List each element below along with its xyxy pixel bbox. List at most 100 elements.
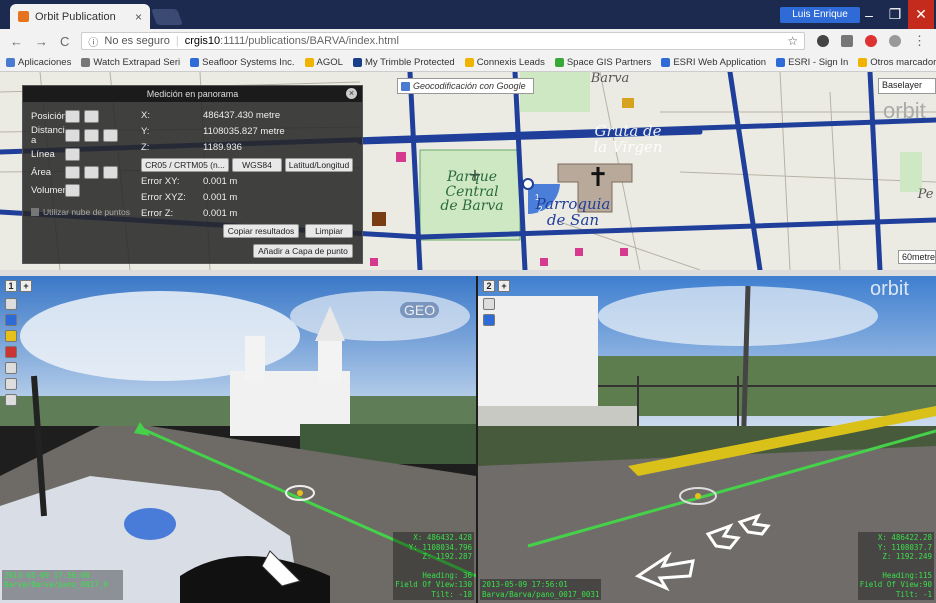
orbit-logo: orbit: [883, 98, 926, 123]
bookmark-item[interactable]: AGOL: [304, 57, 343, 68]
bookmark-item[interactable]: Seafloor Systems Inc.: [190, 57, 295, 68]
geocode-search[interactable]: Geocodificación con Google: [397, 78, 534, 94]
area-tool-button[interactable]: [65, 166, 80, 179]
panel-close-button[interactable]: ×: [346, 88, 357, 99]
err-z-label: Error Z:: [141, 208, 174, 219]
distance-tool-button[interactable]: [65, 129, 80, 142]
info-icon[interactable]: ⓘ: [88, 34, 98, 49]
label-gruta: Gruta de la Virgen: [593, 122, 663, 156]
bookmark-label: Watch Extrapad Seri: [93, 56, 181, 68]
bookmark-icon: [464, 57, 474, 67]
profile-button[interactable]: Luis Enrique: [780, 7, 860, 23]
line-tool-button[interactable]: [65, 148, 80, 161]
bookmark-item[interactable]: Aplicaciones: [6, 57, 71, 68]
snap-checkbox[interactable]: [31, 208, 39, 216]
wgs84-button[interactable]: WGS84: [232, 158, 282, 172]
x-label: X:: [141, 110, 150, 121]
extension-icon[interactable]: [817, 35, 829, 47]
bookmark-label: ESRI Web Application: [673, 56, 767, 68]
geo-logo: GEO: [400, 302, 440, 318]
tab-close-icon[interactable]: ×: [135, 10, 142, 24]
distance-tool-button[interactable]: [103, 129, 118, 142]
extension-icon[interactable]: [889, 35, 901, 47]
address-divider: |: [175, 35, 179, 47]
label-barva: Barva: [590, 72, 630, 86]
settings-icon[interactable]: [5, 378, 17, 390]
forward-icon[interactable]: →: [35, 34, 48, 49]
extension-icon[interactable]: [841, 35, 853, 47]
baselayer-select[interactable]: Baselayer: [878, 78, 936, 94]
url-path: :1111/publications/BARVA/index.html: [220, 35, 399, 47]
window-close-button[interactable]: ✕: [908, 0, 934, 29]
tool-label: Línea: [31, 149, 55, 160]
back-icon[interactable]: ←: [10, 34, 23, 49]
info-icon[interactable]: [5, 314, 17, 326]
position-tool-button[interactable]: [84, 110, 99, 123]
extension-icon[interactable]: [865, 35, 877, 47]
compass-icon[interactable]: [5, 298, 17, 310]
tool-position: Posición: [31, 110, 99, 123]
bookmark-item[interactable]: Connexis Leads: [464, 56, 545, 68]
area-tool-button[interactable]: [103, 166, 118, 179]
add-to-point-layer-button[interactable]: Añadir a Capa de punto: [253, 244, 353, 258]
panorama-1-number[interactable]: 1: [5, 280, 17, 292]
clear-button[interactable]: Limpiar: [305, 224, 353, 238]
browser-toolbar: ← → C ⓘ No es seguro | crgis10:1111/publ…: [0, 29, 936, 53]
scale-bar: 60metre: [898, 250, 936, 264]
bookmark-item[interactable]: ESRI Web Application: [661, 57, 766, 68]
y-value: 1108035.827 metre: [203, 126, 285, 137]
area-tool-button[interactable]: [84, 166, 99, 179]
bookmark-label: Space GIS Partners: [566, 56, 652, 68]
bookmark-item[interactable]: ESRI - Sign In: [776, 57, 848, 68]
panorama-1-add[interactable]: +: [20, 280, 32, 292]
new-tab-button[interactable]: [151, 9, 183, 25]
zoom-icon[interactable]: [5, 362, 17, 374]
panorama-view-1[interactable]: 1 + X: 486432.428 Y: 1108034.796 Z: 1192…: [0, 276, 476, 603]
compass-icon[interactable]: [483, 298, 495, 310]
layer-icon[interactable]: [5, 346, 17, 358]
crs-button[interactable]: CR05 / CRTM05 (n...: [141, 158, 229, 172]
info-icon[interactable]: [483, 314, 495, 326]
maximize-button[interactable]: ❐: [882, 0, 908, 29]
bookmark-icon: [661, 57, 671, 67]
volume-tool-button[interactable]: [65, 184, 80, 197]
z-label: Z:: [141, 142, 150, 153]
bookmark-label: Connexis Leads: [476, 56, 545, 68]
panorama-1-hud: X: 486432.428 Y: 1108034.796 Z: 1192.287…: [393, 532, 474, 600]
latlon-button[interactable]: Latitud/Longitud: [285, 158, 353, 172]
bookmark-label: ESRI - Sign In: [788, 56, 849, 68]
panel-title: Medición en panorama ×: [23, 86, 362, 102]
menu-icon[interactable]: ⋮: [913, 33, 926, 49]
measurement-panel: Medición en panorama × Posición Distanci…: [22, 85, 363, 264]
err-xyz-value: 0.001 m: [203, 192, 238, 203]
map-view[interactable]: ✝ + 1 2 Parque Central de Barva Parroqui…: [0, 72, 936, 270]
bookmark-item[interactable]: My Trimble Protected: [352, 56, 455, 68]
label-pe: Pe: [917, 187, 934, 202]
y-label: Y:: [141, 126, 150, 137]
panorama-view-2[interactable]: 2 + X: 486422.28 Y: 1108037.7 Z: 1192.24…: [478, 276, 936, 603]
bookmark-icon: [352, 57, 362, 67]
distance-tool-button[interactable]: [84, 129, 99, 142]
panorama-2-add[interactable]: +: [498, 280, 510, 292]
google-icon: [401, 81, 410, 91]
position-tool-button[interactable]: [65, 110, 80, 123]
camera-icon[interactable]: [5, 394, 17, 406]
browser-tab[interactable]: Orbit Publication ×: [10, 4, 150, 29]
snap-checkbox-row[interactable]: Utilizar nube de puntos: [31, 207, 130, 217]
bookmark-label: My Trimble Protected: [364, 56, 455, 68]
bookmark-item[interactable]: Watch Extrapad Seri: [81, 57, 180, 68]
bookmark-item[interactable]: Otros marcadores: [858, 57, 936, 68]
copy-results-button[interactable]: Copiar resultados: [223, 224, 299, 238]
panorama-1-timestamp: 2013-05-09 17:56:00 Barva/Barva/pano_001…: [2, 569, 124, 600]
minimize-button[interactable]: –: [856, 0, 882, 29]
bookmark-item[interactable]: Space GIS Partners: [554, 56, 652, 68]
reload-icon[interactable]: C: [60, 34, 69, 49]
security-label: No es seguro: [104, 35, 170, 47]
star-icon[interactable]: ☆: [787, 34, 798, 48]
address-bar[interactable]: ⓘ No es seguro | crgis10:1111/publicatio…: [81, 32, 805, 50]
measure-icon[interactable]: [5, 330, 17, 342]
bookmark-icon: [190, 57, 200, 67]
tool-label: Distanci a: [31, 125, 65, 146]
tool-distance: Distanci a: [31, 126, 118, 145]
panorama-2-number[interactable]: 2: [483, 280, 495, 292]
